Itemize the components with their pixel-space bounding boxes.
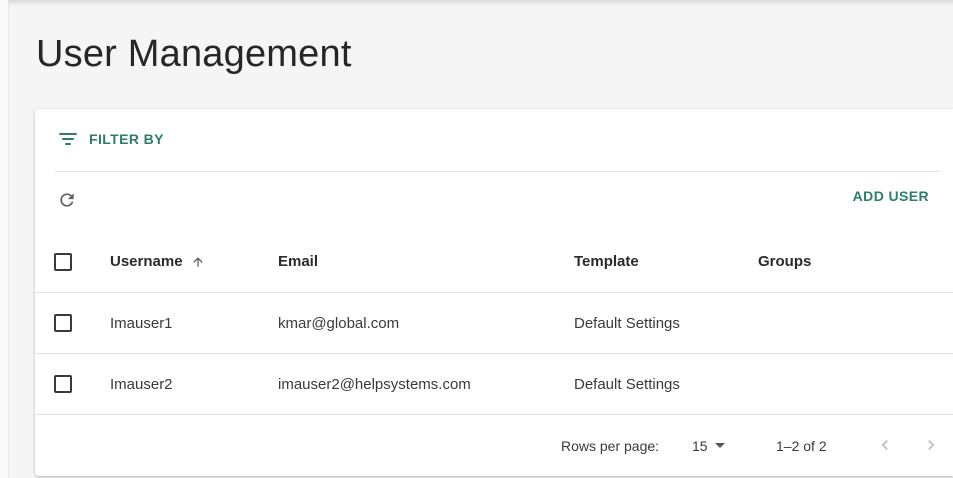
filter-list-icon xyxy=(59,132,77,146)
table-pagination: Rows per page: 15 1–2 of 2 xyxy=(35,415,953,476)
rows-per-page-select[interactable]: 15 xyxy=(692,415,725,476)
table-header-row: Username Email Template Groups xyxy=(35,231,953,293)
column-header-template[interactable]: Template xyxy=(574,231,639,292)
user-table-card: FILTER BY ADD USER Username Email Templa… xyxy=(35,109,953,476)
row-select-cell xyxy=(54,354,72,414)
username-cell: Imauser2 xyxy=(110,375,173,393)
column-header-email[interactable]: Email xyxy=(278,231,318,292)
select-all-checkbox[interactable] xyxy=(54,252,72,271)
row-checkbox[interactable] xyxy=(54,375,72,393)
rows-per-page-value: 15 xyxy=(692,437,708,454)
email-cell: kmar@global.com xyxy=(278,314,400,332)
left-edge xyxy=(0,0,9,478)
arrow-up-icon xyxy=(191,255,205,269)
column-header-groups[interactable]: Groups xyxy=(758,231,811,292)
email-cell: imauser2@helpsystems.com xyxy=(278,375,471,393)
template-cell: Default Settings xyxy=(574,314,680,332)
chevron-left-icon xyxy=(881,440,888,450)
refresh-icon xyxy=(60,193,74,207)
caret-down-icon xyxy=(714,443,725,448)
next-page-button[interactable] xyxy=(919,433,943,457)
top-shadow xyxy=(0,0,953,6)
select-all-cell xyxy=(54,231,72,292)
pagination-range: 1–2 of 2 xyxy=(776,437,827,454)
table-row[interactable]: Imauser2 imauser2@helpsystems.com Defaul… xyxy=(35,354,953,415)
template-cell: Default Settings xyxy=(574,375,680,393)
column-header-username[interactable]: Username xyxy=(110,231,205,292)
row-checkbox[interactable] xyxy=(54,314,72,332)
filter-by-label: FILTER BY xyxy=(89,131,164,147)
page-title: User Management xyxy=(36,33,352,75)
username-cell: Imauser1 xyxy=(110,314,173,332)
chevron-right-icon xyxy=(928,440,935,450)
filter-by-button[interactable]: FILTER BY xyxy=(59,129,164,149)
filter-divider xyxy=(55,171,939,172)
add-user-button[interactable]: ADD USER xyxy=(853,188,929,204)
refresh-button[interactable] xyxy=(54,187,80,213)
row-select-cell xyxy=(54,293,72,353)
previous-page-button[interactable] xyxy=(873,433,897,457)
users-table: Username Email Template Groups Imauser1 … xyxy=(35,231,953,415)
table-row[interactable]: Imauser1 kmar@global.com Default Setting… xyxy=(35,293,953,354)
column-header-username-label: Username xyxy=(110,253,183,270)
rows-per-page-label: Rows per page: xyxy=(561,437,660,454)
